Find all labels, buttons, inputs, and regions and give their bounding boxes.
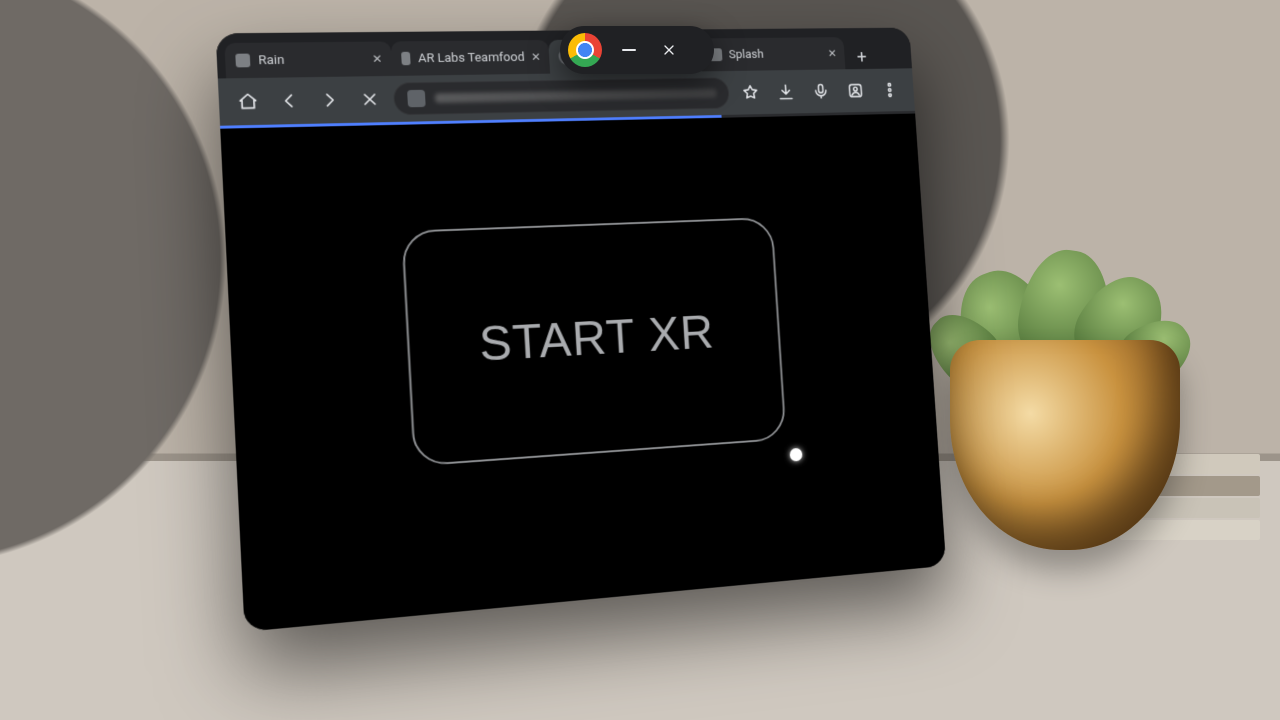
plus-icon: + [856,46,867,68]
dots-vertical-icon [881,81,899,99]
close-window-button[interactable] [656,37,682,63]
start-xr-label: START XR [478,305,716,373]
close-icon [359,90,380,110]
tab-label: Rain [258,53,285,68]
tab-splash[interactable]: Splash ✕ [699,37,845,71]
url-text [435,89,717,103]
home-icon [237,92,259,112]
new-tab-button[interactable]: + [849,44,875,69]
star-icon [741,83,760,102]
tab-ar-labs[interactable]: AR Labs Teamfood ✕ [390,40,550,76]
close-tab-button[interactable]: ✕ [825,46,840,60]
overflow-menu-button[interactable] [875,76,904,105]
voice-search-button[interactable] [806,77,836,106]
arrow-right-icon [319,90,340,110]
account-box-icon [846,82,864,100]
arrow-left-icon [278,91,299,111]
home-button[interactable] [231,86,266,118]
gaze-cursor-icon [789,448,802,462]
downloads-button[interactable] [771,77,801,106]
favicon-icon [235,54,250,68]
tab-label: Splash [728,47,764,61]
close-tab-button[interactable]: ✕ [369,51,386,67]
browser-window: Rain ✕ AR Labs Teamfood ✕ Ballpit ✕ Spla… [216,28,947,632]
close-tab-button[interactable]: ✕ [528,49,544,64]
address-bar[interactable] [393,77,730,115]
close-icon [661,42,677,58]
stop-button[interactable] [353,84,387,115]
minimize-window-button[interactable] [616,37,642,63]
download-icon [776,83,795,101]
favicon-icon [401,52,411,65]
page-viewport: START XR [220,114,946,632]
site-info-icon[interactable] [407,90,426,108]
account-button[interactable] [841,76,870,105]
mic-icon [812,82,831,100]
window-title-pill[interactable] [560,26,714,74]
forward-button[interactable] [313,84,347,116]
bookmark-button[interactable] [735,78,765,108]
minimize-icon [622,49,636,51]
tab-label: AR Labs Teamfood [418,50,525,65]
back-button[interactable] [272,85,306,117]
tab-rain[interactable]: Rain ✕ [224,41,392,78]
chrome-logo-icon [568,33,602,67]
start-xr-button[interactable]: START XR [401,217,786,467]
